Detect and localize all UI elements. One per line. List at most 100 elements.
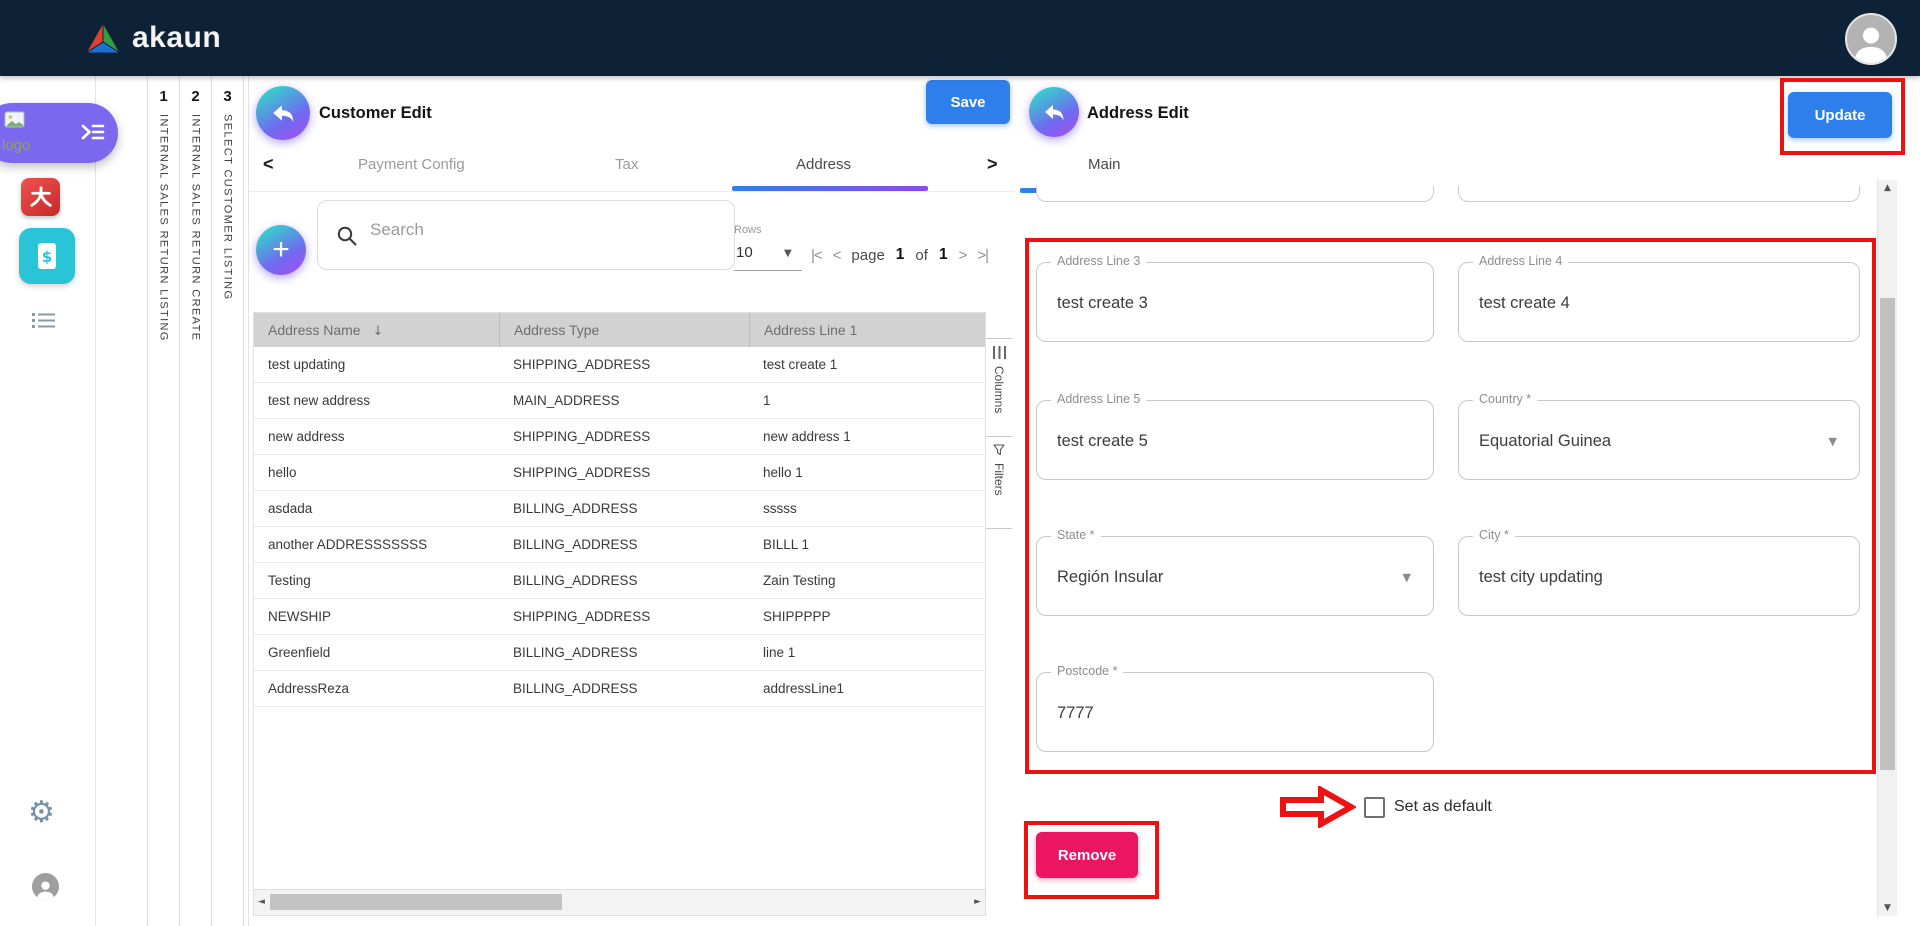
scroll-right-icon[interactable]: ► [974,897,981,907]
pagination: |< < page 1 of 1 > >| [811,246,988,264]
tab-label: INTERNAL SALES RETURN CREATE [190,114,202,341]
tab-address[interactable]: Address [796,156,851,173]
brand-logo[interactable]: akaun [84,0,221,76]
tab-tax[interactable]: Tax [615,156,638,173]
rows-caret-down-icon[interactable]: ▼ [784,248,792,259]
billing-app-icon[interactable]: $ [19,228,75,284]
table-row[interactable]: NEWSHIP SHIPPING_ADDRESS SHIPPPPP [254,599,985,635]
address-line-5-input[interactable] [1055,431,1391,452]
vertical-scroll-thumb[interactable] [1880,298,1895,770]
rows-select-underline [734,270,802,271]
field-label: Postcode * [1051,664,1123,678]
next-page-button[interactable]: > [959,247,967,264]
person-icon [1849,21,1893,63]
brand-name: akaun [132,21,221,55]
cell-address-name: AddressReza [254,681,499,696]
update-button[interactable]: Update [1788,92,1892,138]
city-field[interactable]: City * [1458,536,1860,616]
postcode-field[interactable]: Postcode * [1036,672,1434,752]
postcode-input[interactable] [1055,703,1391,724]
scroll-down-icon[interactable]: ▼ [1878,903,1897,913]
tenant-logo-pill[interactable]: logo [0,103,118,163]
list-menu-icon[interactable] [32,312,55,329]
set-default-checkbox[interactable] [1364,797,1385,818]
cell-address-line1: BILLL 1 [749,537,985,552]
address-line-3-field[interactable]: Address Line 3 [1036,262,1434,342]
address-line-4-input[interactable] [1477,293,1817,314]
invoice-dollar-icon: $ [32,239,62,273]
city-input[interactable] [1477,567,1817,588]
table-row[interactable]: hello SHIPPING_ADDRESS hello 1 [254,455,985,491]
column-header-address-type[interactable]: Address Type [499,313,749,347]
columns-tool[interactable]: Columns [986,338,1012,437]
last-page-button[interactable]: >| [977,247,988,264]
settings-gear-icon[interactable]: ⚙ [28,798,55,828]
first-page-button[interactable]: |< [811,247,822,264]
sort-desc-icon[interactable]: ↓ [372,324,383,339]
page-word: page [851,247,884,264]
tab-payment-config[interactable]: Payment Config [358,156,465,173]
address-line-4-field[interactable]: Address Line 4 [1458,262,1860,342]
profile-icon[interactable] [32,873,59,900]
country-select-field[interactable]: Country * ▼ [1458,400,1860,480]
caret-down-icon[interactable]: ▼ [1403,571,1411,584]
column-header-address-line1[interactable]: Address Line 1 [749,313,985,347]
table-row[interactable]: asdada BILLING_ADDRESS sssss [254,491,985,527]
state-select-field[interactable]: State * ▼ [1036,536,1434,616]
vertical-tab-select-customer-listing[interactable]: 3 SELECT CUSTOMER LISTING [211,76,244,926]
cell-address-line1: addressLine1 [749,681,985,696]
scroll-left-icon[interactable]: ◄ [258,897,265,907]
table-row[interactable]: test new address MAIN_ADDRESS 1 [254,383,985,419]
back-arrow-icon [270,100,296,126]
back-button[interactable] [256,86,310,140]
clipped-field [1036,186,1434,202]
vertical-tab-internal-sales-return-listing[interactable]: 1 INTERNAL SALES RETURN LISTING [147,76,179,926]
horizontal-scrollbar[interactable]: ◄ ► [254,889,985,915]
cell-address-type: SHIPPING_ADDRESS [499,465,749,480]
tab-scroll-left-icon[interactable]: < [263,154,274,175]
remove-button[interactable]: Remove [1036,832,1138,878]
country-select[interactable] [1477,431,1817,452]
table-row[interactable]: AddressReza BILLING_ADDRESS addressLine1 [254,671,985,707]
table-row[interactable]: new address SHIPPING_ADDRESS new address… [254,419,985,455]
user-avatar[interactable] [1845,13,1897,65]
left-sidebar: logo $ ⚙ [0,76,96,926]
table-row[interactable]: test updating SHIPPING_ADDRESS test crea… [254,347,985,383]
field-label: City * [1473,528,1515,542]
save-button[interactable]: Save [926,80,1010,124]
set-default-label: Set as default [1394,798,1492,816]
cell-address-name: hello [254,465,499,480]
prev-page-button[interactable]: < [833,247,841,264]
tab-scroll-right-icon[interactable]: > [987,154,998,175]
cell-address-name: test new address [254,393,499,408]
tab-main[interactable]: Main [1088,156,1121,173]
table-row[interactable]: Testing BILLING_ADDRESS Zain Testing [254,563,985,599]
rows-per-page-select[interactable]: 10 [736,244,753,261]
horizontal-scroll-thumb[interactable] [270,894,562,910]
column-header-address-name[interactable]: Address Name ↓ [254,322,499,339]
add-address-button[interactable]: + [256,225,306,275]
search-input[interactable] [368,219,702,241]
tab-number: 3 [223,88,231,105]
address-line-5-field[interactable]: Address Line 5 [1036,400,1434,480]
filters-tool[interactable]: Filters [986,436,1012,529]
back-button[interactable] [1029,87,1079,137]
vertical-scrollbar[interactable]: ▲ ▼ [1877,180,1897,916]
akaun-triangle-icon [84,21,122,55]
scroll-up-icon[interactable]: ▲ [1878,183,1897,193]
table-row[interactable]: another ADDRESSSSSSS BILLING_ADDRESS BIL… [254,527,985,563]
column-label: Address Name [268,322,361,338]
pdf-app-icon[interactable] [21,178,60,216]
app-window: akaun logo [0,0,1920,926]
table-header-row: Address Name ↓ Address Type Address Line… [254,313,985,347]
state-select[interactable] [1055,567,1391,588]
vertical-tab-internal-sales-return-create[interactable]: 2 INTERNAL SALES RETURN CREATE [179,76,211,926]
table-row[interactable]: Greenfield BILLING_ADDRESS line 1 [254,635,985,671]
caret-down-icon[interactable]: ▼ [1829,435,1837,448]
cell-address-type: BILLING_ADDRESS [499,645,749,660]
cell-address-line1: hello 1 [749,465,985,480]
sidebar-toggle-icon[interactable] [80,121,106,143]
field-label: Address Line 5 [1051,392,1146,406]
address-line-3-input[interactable] [1055,293,1391,314]
cell-address-type: BILLING_ADDRESS [499,573,749,588]
